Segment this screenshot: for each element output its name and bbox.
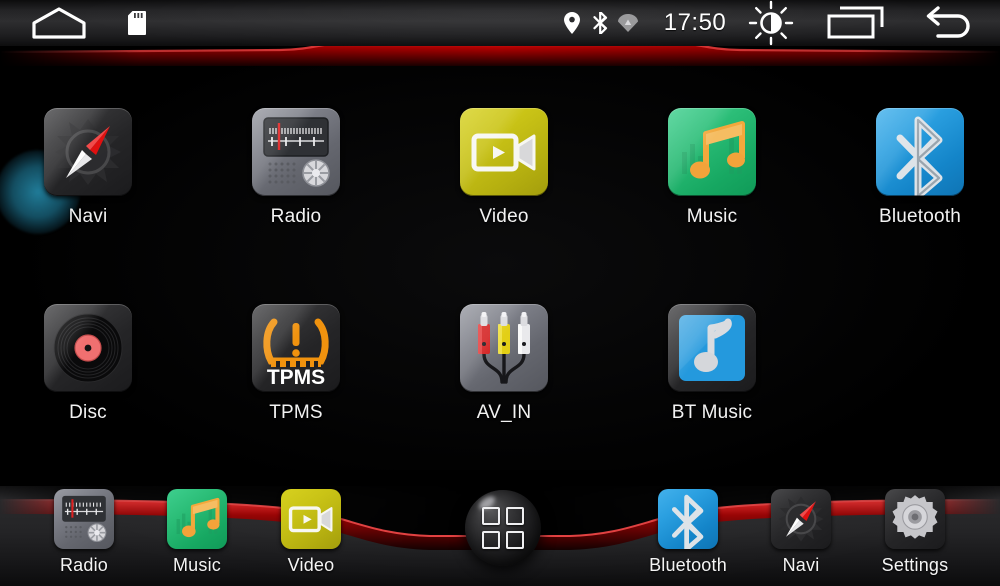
app-grid: Navi Radio Video Music Bluetooth Disc TP… <box>0 46 1000 486</box>
bluetooth-icon <box>876 108 964 196</box>
app-label: Video <box>479 206 529 227</box>
app-bt-music[interactable]: BT Music <box>652 304 772 424</box>
compass-icon <box>771 489 831 549</box>
dock-item-radio[interactable]: Radio <box>24 489 144 576</box>
bluetooth-icon <box>658 489 718 549</box>
svg-text:TPMS: TPMS <box>267 366 325 389</box>
app-tpms[interactable]: TPMS TPMS <box>236 304 356 424</box>
vinyl-disc-icon <box>44 304 132 392</box>
brightness-icon[interactable] <box>742 0 800 46</box>
dock-item-label: Music <box>172 555 221 575</box>
app-disc[interactable]: Disc <box>28 304 148 424</box>
back-arrow-icon[interactable] <box>915 0 977 46</box>
app-av-in[interactable]: AV_IN <box>444 304 564 424</box>
app-label: Bluetooth <box>878 206 962 227</box>
radio-icon <box>54 489 114 549</box>
drawer-grid-icon <box>482 507 524 549</box>
dock-item-label: Settings <box>881 555 949 575</box>
bluetooth-icon <box>588 0 612 46</box>
recent-apps-icon[interactable] <box>825 0 887 46</box>
dock-item-label: Navi <box>782 555 820 575</box>
dock-item-bluetooth[interactable]: Bluetooth <box>628 489 748 576</box>
video-camera-icon <box>460 108 548 196</box>
dock-item-music[interactable]: Music <box>137 489 257 576</box>
home-icon[interactable] <box>30 0 88 46</box>
compass-icon <box>44 108 132 196</box>
music-note-icon <box>668 108 756 196</box>
app-label: BT Music <box>671 402 753 423</box>
app-music[interactable]: Music <box>652 108 772 228</box>
wifi-icon <box>615 0 641 46</box>
app-radio[interactable]: Radio <box>236 108 356 228</box>
app-label: Music <box>686 206 738 227</box>
app-video[interactable]: Video <box>444 108 564 228</box>
status-bar: 17:50 <box>0 0 1000 46</box>
radio-icon <box>252 108 340 196</box>
sdcard-icon <box>120 0 154 46</box>
dock-item-label: Radio <box>59 555 109 575</box>
tire-pressure-icon: TPMS <box>252 304 340 392</box>
app-label: Disc <box>69 402 107 423</box>
dock-item-settings[interactable]: Settings <box>855 489 975 576</box>
bt-music-note-icon <box>668 304 756 392</box>
gear-icon <box>885 489 945 549</box>
app-label: AV_IN <box>476 402 532 423</box>
app-drawer-button[interactable] <box>465 490 541 566</box>
app-label: Radio <box>270 206 322 227</box>
location-pin-icon <box>560 0 584 46</box>
app-bluetooth[interactable]: Bluetooth <box>860 108 980 228</box>
dock-item-video[interactable]: Video <box>251 489 371 576</box>
status-clock: 17:50 <box>663 9 727 36</box>
video-camera-icon <box>281 489 341 549</box>
dock-item-navi[interactable]: Navi <box>741 489 861 576</box>
app-navi[interactable]: Navi <box>28 108 148 228</box>
dock-item-label: Bluetooth <box>649 555 727 575</box>
app-label: TPMS <box>269 402 323 423</box>
music-note-icon <box>167 489 227 549</box>
app-label: Navi <box>68 206 108 227</box>
dock-item-label: Video <box>287 555 335 575</box>
rca-connectors-icon <box>460 304 548 392</box>
